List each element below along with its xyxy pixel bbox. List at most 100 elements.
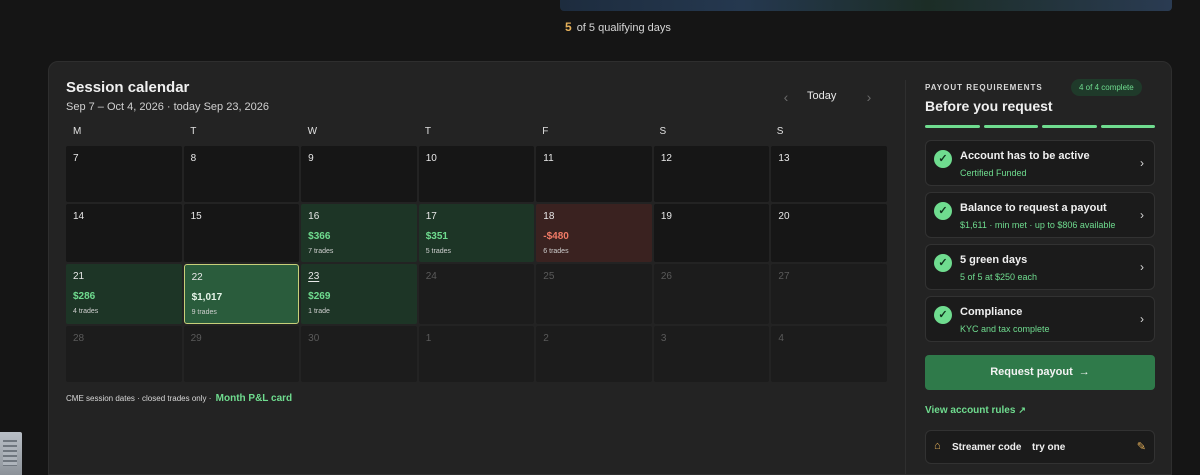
day-number: 16	[308, 211, 320, 222]
day-pnl: $351	[425, 231, 448, 242]
progress-segment	[925, 125, 980, 128]
day-number: 22	[191, 272, 203, 283]
day-pnl: $366	[308, 231, 331, 242]
requirement-status: 5 of 5 at $250 each	[960, 272, 1038, 282]
day-trade-count: 5 trades	[425, 248, 451, 255]
next-period-button[interactable]: ›	[859, 88, 879, 106]
weekday-label: S	[776, 126, 784, 137]
calendar-day-cell[interactable]: 28	[66, 326, 182, 382]
calendar-day-cell[interactable]: 12	[653, 146, 770, 202]
day-number: 13	[778, 153, 790, 164]
calendar-day-cell[interactable]: 17 $351 5 trades	[418, 204, 535, 262]
today-button[interactable]: Today	[807, 90, 836, 102]
calendar-day-cell[interactable]: 13	[771, 146, 887, 202]
rules-link-label: View account rules	[925, 405, 1016, 416]
check-icon: ✓	[934, 254, 952, 272]
completion-badge: 4 of 4 complete	[1071, 79, 1142, 96]
day-trade-count: 4 trades	[73, 308, 99, 315]
calendar-day-cell[interactable]: 19	[653, 204, 770, 262]
day-number: 20	[778, 211, 790, 222]
calendar-day-cell[interactable]: 29	[183, 326, 300, 382]
streamer-code-row: ⌂ Streamer code try one ✎	[925, 430, 1155, 464]
day-trade-count: 9 trades	[191, 309, 217, 316]
day-number: 26	[660, 271, 672, 282]
day-number: 28	[73, 333, 85, 344]
qualifying-text: of 5 qualifying days	[576, 22, 671, 34]
calendar-day-cell[interactable]: 7	[66, 146, 182, 202]
prev-period-button[interactable]: ‹	[776, 88, 796, 106]
chevron-right-icon: ›	[1140, 312, 1144, 326]
calendar-day-cell[interactable]: 25	[536, 264, 652, 324]
requirement-status: $1,611 · min met · up to $806 available	[960, 220, 1116, 230]
view-account-rules-link[interactable]: View account rules ↗	[925, 405, 1026, 416]
qualifying-days: 5 of 5 qualifying days	[565, 20, 671, 34]
day-number: 27	[778, 271, 790, 282]
requirement-green-days[interactable]: ✓ 5 green days 5 of 5 at $250 each ›	[925, 244, 1155, 290]
check-icon: ✓	[934, 202, 952, 220]
calendar-day-cell[interactable]: 21 $286 4 trades	[66, 264, 182, 324]
calendar-day-cell[interactable]: 2	[536, 326, 652, 382]
calendar-day-cell[interactable]: 23 $269 1 trade	[301, 264, 417, 324]
calendar-day-cell[interactable]: 24	[418, 264, 535, 324]
day-number: 12	[660, 153, 672, 164]
calendar-day-cell[interactable]: 3	[653, 326, 770, 382]
request-payout-button[interactable]: Request payout →	[925, 355, 1155, 390]
window-thumbnail[interactable]	[0, 432, 22, 475]
calendar-day-cell[interactable]: 4	[771, 326, 887, 382]
calendar-day-cell[interactable]: 30	[301, 326, 417, 382]
arrow-right-icon: →	[1078, 366, 1090, 378]
month-pnl-card-link[interactable]: Month P&L card	[216, 393, 292, 404]
requirements-progress	[925, 125, 1155, 128]
requirement-balance[interactable]: ✓ Balance to request a payout $1,611 · m…	[925, 192, 1155, 238]
calendar-day-cell[interactable]: 9	[301, 146, 417, 202]
weekday-label: T	[424, 126, 431, 137]
check-icon: ✓	[934, 150, 952, 168]
requirement-title: 5 green days	[960, 254, 1028, 266]
calendar-day-cell[interactable]: 26	[653, 264, 770, 324]
calendar-day-cell[interactable]: 11	[536, 146, 652, 202]
calendar-day-cell[interactable]: 16 $366 7 trades	[301, 204, 417, 262]
calendar-day-cell[interactable]: 1	[418, 326, 535, 382]
calendar-grid: 7 8 9 10 11 12 13 14 15 16 $366 7 trades 17 $351 5 tra…	[66, 146, 887, 382]
requirement-compliance[interactable]: ✓ Compliance KYC and tax complete ›	[925, 296, 1155, 342]
calendar-range: Sep 7 – Oct 4, 2026 · today Sep 23, 2026	[66, 101, 270, 113]
day-pnl: $1,017	[191, 292, 223, 303]
weekday-label: M	[73, 126, 82, 137]
progress-segment	[1042, 125, 1097, 128]
day-number: 17	[425, 211, 437, 222]
chevron-right-icon: ›	[1140, 260, 1144, 274]
check-icon: ✓	[934, 306, 952, 324]
weekday-label: S	[659, 126, 667, 137]
day-trade-count: 1 trade	[308, 308, 330, 315]
chevron-right-icon: ›	[1140, 156, 1144, 170]
weekday-label: F	[542, 126, 549, 137]
tag-icon: ⌂	[934, 440, 941, 452]
day-number: 10	[425, 153, 437, 164]
requirement-title: Account has to be active	[960, 150, 1090, 162]
requirement-account-active[interactable]: ✓ Account has to be active Certified Fun…	[925, 140, 1155, 186]
day-number: 14	[73, 211, 85, 222]
calendar-day-cell[interactable]: 10	[418, 146, 535, 202]
calendar-day-cell[interactable]: 18 -$480 6 trades	[536, 204, 652, 262]
pencil-icon[interactable]: ✎	[1137, 440, 1146, 453]
day-number: 30	[308, 333, 320, 344]
request-payout-label: Request payout	[990, 366, 1073, 378]
calendar-day-cell[interactable]: 15	[183, 204, 300, 262]
day-number: 11	[543, 153, 554, 164]
day-number: 18	[543, 211, 555, 222]
weekday-header: M T W T F S S	[66, 126, 887, 137]
qualifying-count: 5	[565, 20, 572, 34]
calendar-day-cell[interactable]: 27	[771, 264, 887, 324]
calendar-day-cell[interactable]: 8	[183, 146, 300, 202]
day-number: 3	[660, 333, 667, 344]
calendar-day-cell[interactable]: 22 $1,017 9 trades	[183, 264, 300, 324]
day-number: 24	[425, 271, 437, 282]
day-number: 9	[308, 153, 314, 164]
calendar-title: Session calendar	[66, 79, 190, 96]
progress-segment	[983, 125, 1038, 128]
try-streamer-code-button[interactable]: try one	[1032, 442, 1065, 453]
calendar-day-cell[interactable]: 20	[771, 204, 887, 262]
day-number: 7	[73, 153, 79, 164]
day-number: 29	[190, 333, 202, 344]
calendar-day-cell[interactable]: 14	[66, 204, 182, 262]
